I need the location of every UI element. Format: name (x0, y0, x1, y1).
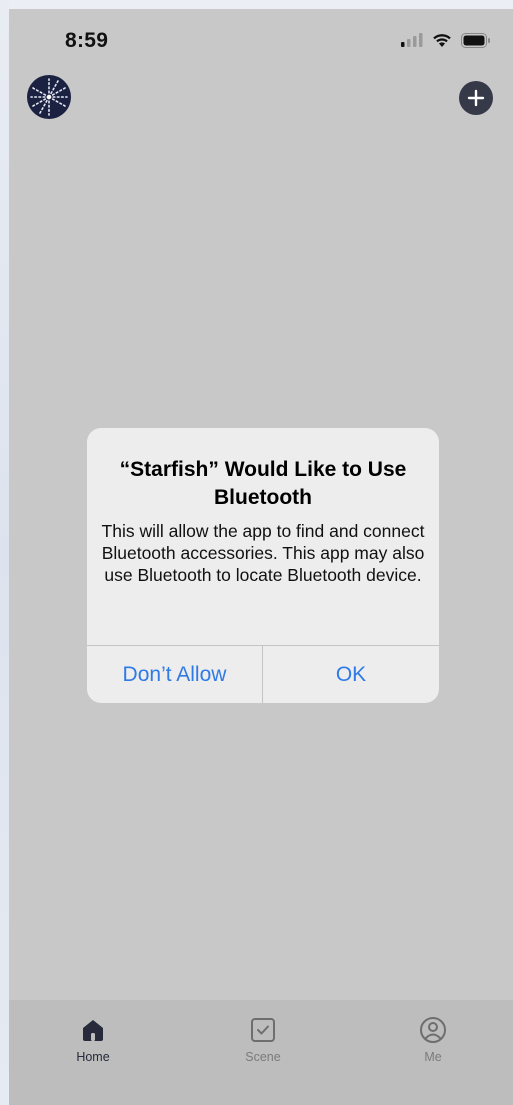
tab-me-label: Me (424, 1050, 442, 1064)
home-icon (79, 1016, 107, 1044)
avatar[interactable] (27, 75, 71, 119)
wifi-icon (433, 34, 451, 47)
dont-allow-button[interactable]: Don’t Allow (87, 646, 262, 703)
tab-scene-label: Scene (245, 1050, 281, 1064)
ok-button[interactable]: OK (263, 646, 439, 703)
user-circle-icon (419, 1016, 447, 1044)
tab-home-label: Home (76, 1050, 110, 1064)
starfish-logo-icon (30, 78, 68, 116)
alert-message: This will allow the app to find and conn… (101, 521, 425, 585)
app-screen: 8:59 “Starfish” Would Like to Use Blueto… (9, 9, 513, 1105)
checkbox-icon (249, 1016, 277, 1044)
cellular-signal-icon (401, 33, 423, 47)
status-icons (401, 31, 491, 49)
tab-me[interactable]: Me (373, 1000, 493, 1080)
status-time: 8:59 (65, 29, 109, 52)
bluetooth-permission-alert: “Starfish” Would Like to Use Bluetooth T… (87, 428, 439, 703)
tab-home[interactable]: Home (33, 1000, 153, 1080)
tab-scene[interactable]: Scene (203, 1000, 323, 1080)
add-button[interactable] (459, 81, 493, 115)
tab-bar: Home Scene Me (9, 1000, 513, 1105)
battery-icon (461, 32, 490, 48)
alert-title: “Starfish” Would Like to Use Bluetooth (119, 458, 407, 509)
plus-icon (467, 89, 485, 107)
alert-body: “Starfish” Would Like to Use Bluetooth T… (87, 428, 439, 645)
page-edge (0, 0, 9, 1105)
status-bar: 8:59 (9, 9, 513, 71)
